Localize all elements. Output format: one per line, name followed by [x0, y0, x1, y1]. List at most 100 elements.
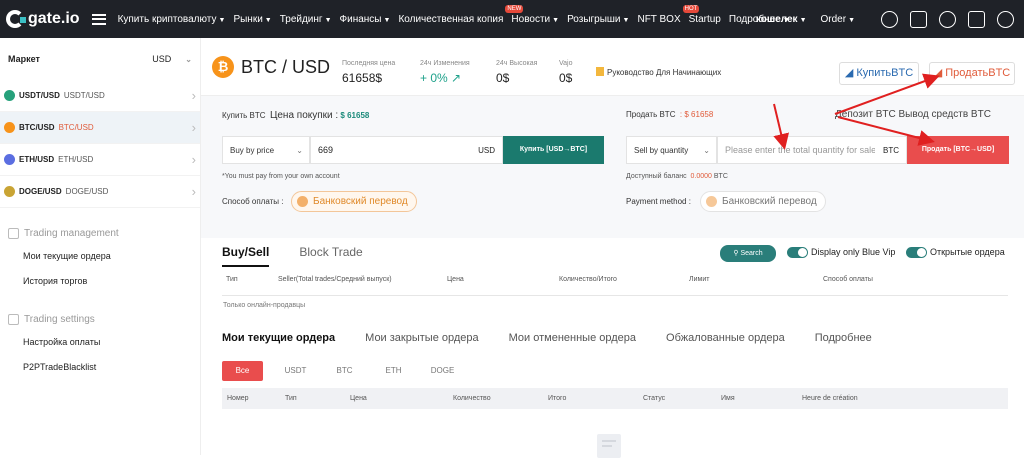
- filter-eth[interactable]: ETH: [369, 361, 418, 381]
- sidebar-item-payment-settings[interactable]: Настройка оплаты: [0, 330, 200, 355]
- nav-startup[interactable]: HOT Startup: [682, 4, 721, 25]
- tab-appealed-orders[interactable]: Обжалованные ордера: [666, 332, 785, 344]
- tab-closed-orders[interactable]: Мои закрытые ордера: [365, 332, 478, 344]
- settings-icon: [8, 313, 19, 325]
- market-pair: ETH/USD: [19, 155, 55, 164]
- currency-select[interactable]: USD: [152, 54, 171, 64]
- support-icon[interactable]: [939, 10, 956, 28]
- nav-buy-crypto[interactable]: Купить криптовалюту ▼: [118, 14, 226, 25]
- col-status: Статус: [643, 395, 666, 402]
- book-tabs: Buy/Sell Block Trade: [222, 245, 393, 267]
- nav-links: Купить криптовалюту ▼ Рынки ▼ Трейдинг ▼ Фи…: [118, 4, 798, 25]
- col-limit: Лимит: [689, 276, 710, 283]
- search-button[interactable]: ⚲ Search: [720, 245, 776, 262]
- list-icon: [8, 227, 19, 239]
- market-pair: USDT/USD: [19, 91, 60, 100]
- sidebar-item-current-orders[interactable]: Мои текущие ордера: [0, 244, 200, 269]
- nav-trading[interactable]: Трейдинг ▼: [280, 14, 332, 25]
- globe-icon[interactable]: [997, 10, 1014, 28]
- market-pair-sub: ETH/USD: [58, 155, 94, 164]
- sell-submit-button[interactable]: Продать [BTC→USD]: [907, 136, 1009, 164]
- sell-mode-select[interactable]: Sell by quantity ⌄: [626, 136, 717, 164]
- download-icon[interactable]: [968, 10, 985, 28]
- col-price: Цена: [447, 276, 464, 283]
- bank-icon: [706, 196, 717, 207]
- gateio-logo-icon: [6, 10, 26, 28]
- market-pair-sub: USDT/USD: [63, 91, 105, 100]
- blue-vip-toggle[interactable]: [787, 247, 808, 258]
- buy-submit-button[interactable]: Купить [USD→BTC]: [503, 136, 604, 164]
- nav-nft-box[interactable]: NFT BOX: [637, 14, 680, 25]
- nav-order[interactable]: Order ▼: [821, 14, 856, 25]
- menu-icon[interactable]: [91, 13, 106, 25]
- tab-current-orders[interactable]: Мои текущие ордера: [222, 332, 335, 344]
- currency-filters: Все USDT BTC ETH DOGE: [222, 361, 467, 381]
- deposit-withdraw-links[interactable]: Депозит BTC Вывод средств BTC: [835, 109, 991, 120]
- gateio-logo[interactable]: gate.io: [6, 10, 80, 28]
- buy-amount-input[interactable]: 669 USD: [310, 136, 503, 164]
- nav-wallet[interactable]: кошелек ▼: [756, 14, 807, 25]
- buy-price-label: Купить BTC Цена покупки : $ 61658: [222, 110, 370, 121]
- nav-copy-trading[interactable]: Количественная копия: [398, 14, 503, 25]
- tab-more[interactable]: Подробнее: [815, 332, 872, 344]
- chevron-right-icon: ›: [191, 88, 196, 103]
- nav-giveaways[interactable]: Розыгрыши ▼: [567, 14, 629, 25]
- market-row-eth[interactable]: ETH/USD ETH/USD ›: [0, 144, 200, 176]
- buy-btc-tab[interactable]: ◢ КупитьBTC: [839, 62, 919, 85]
- filter-doge[interactable]: DOGE: [418, 361, 467, 381]
- payment-label: Способ оплаты :: [222, 197, 284, 206]
- payment-method-chip-sell[interactable]: Банковский перевод: [700, 191, 826, 212]
- buy-mode-select[interactable]: Buy by price ⌄: [222, 136, 310, 164]
- sell-quantity-input[interactable]: Please enter the total quantity for sale…: [717, 136, 907, 164]
- chevron-down-icon: ⌄: [296, 145, 303, 155]
- market-row-usdt[interactable]: USDT/USD USDT/USD ›: [0, 80, 200, 112]
- beginner-guide-link[interactable]: Руководство Для Начинающих: [596, 67, 721, 77]
- nav-markets[interactable]: Рынки ▼: [233, 14, 271, 25]
- col-total: Итого: [548, 395, 567, 402]
- nav-news[interactable]: NEW Новости ▼: [505, 4, 559, 25]
- tab-cancelled-orders[interactable]: Мои отмененные ордера: [509, 332, 636, 344]
- filter-all[interactable]: Все: [222, 361, 263, 381]
- sidebar: Маркет USD ⌄ USDT/USD USDT/USD › BTC/USD…: [0, 38, 201, 455]
- send-icon: ◢: [844, 67, 857, 79]
- payment-method-chip[interactable]: Банковский перевод: [291, 191, 417, 212]
- online-sellers-only[interactable]: Только онлайн-продавцы: [223, 302, 305, 309]
- col-quantity: Количество/Итого: [559, 276, 617, 283]
- col-price: Цена: [350, 395, 367, 402]
- sell-price-label: Продать BTC : $ 61658: [626, 110, 714, 119]
- sidebar-item-blacklist[interactable]: P2PTradeBlacklist: [0, 355, 200, 380]
- market-pair-sub: DOGE/USD: [65, 187, 109, 196]
- chevron-down-icon[interactable]: ⌄: [185, 55, 192, 64]
- col-quantity: Количество: [453, 395, 491, 402]
- sell-btc-tab[interactable]: ◢ ПродатьBTC: [929, 62, 1015, 85]
- market-pair-sub: BTC/USD: [58, 123, 94, 132]
- order-tabs: Мои текущие ордера Мои закрытые ордера М…: [222, 332, 902, 344]
- gift-icon[interactable]: [910, 10, 927, 28]
- orders-table-header: Номер Тип Цена Количество Итого Статус И…: [222, 388, 1008, 409]
- market-row-doge[interactable]: DOGE/USD DOGE/USD ›: [0, 176, 200, 208]
- logo-text: gate.io: [28, 10, 80, 27]
- main-content: ₿ BTC / USD Последняя цена 61658$ 24ч Изм…: [201, 38, 1024, 458]
- tab-buy-sell[interactable]: Buy/Sell: [222, 245, 270, 267]
- bank-icon: [297, 196, 308, 207]
- col-number: Номер: [227, 395, 249, 402]
- col-type: Тип: [226, 276, 238, 283]
- own-account-note: *You must pay from your own account: [222, 173, 340, 180]
- nav-finance[interactable]: Финансы ▼: [340, 14, 391, 25]
- hot-badge: HOT: [682, 4, 700, 13]
- bitcoin-icon: ₿: [212, 56, 234, 78]
- top-navbar: gate.io Купить криптовалюту ▼ Рынки ▼ Трей…: [0, 0, 1024, 38]
- open-orders-toggle[interactable]: [906, 247, 927, 258]
- market-header: Маркет USD ⌄: [0, 38, 200, 80]
- stat-last-price: Последняя цена 61658$: [342, 60, 396, 85]
- user-icon[interactable]: [881, 10, 898, 28]
- filter-usdt[interactable]: USDT: [271, 361, 320, 381]
- tab-block-trade[interactable]: Block Trade: [299, 245, 362, 267]
- market-pair: DOGE/USD: [19, 187, 62, 196]
- col-type: Тип: [285, 395, 297, 402]
- filter-btc[interactable]: BTC: [320, 361, 369, 381]
- ticker-bar: ₿ BTC / USD Последняя цена 61658$ 24ч Изм…: [201, 38, 1024, 96]
- market-row-btc[interactable]: BTC/USD BTC/USD ›: [0, 112, 200, 144]
- col-created: Heure de création: [802, 395, 858, 402]
- sidebar-item-trade-history[interactable]: История торгов: [0, 269, 200, 294]
